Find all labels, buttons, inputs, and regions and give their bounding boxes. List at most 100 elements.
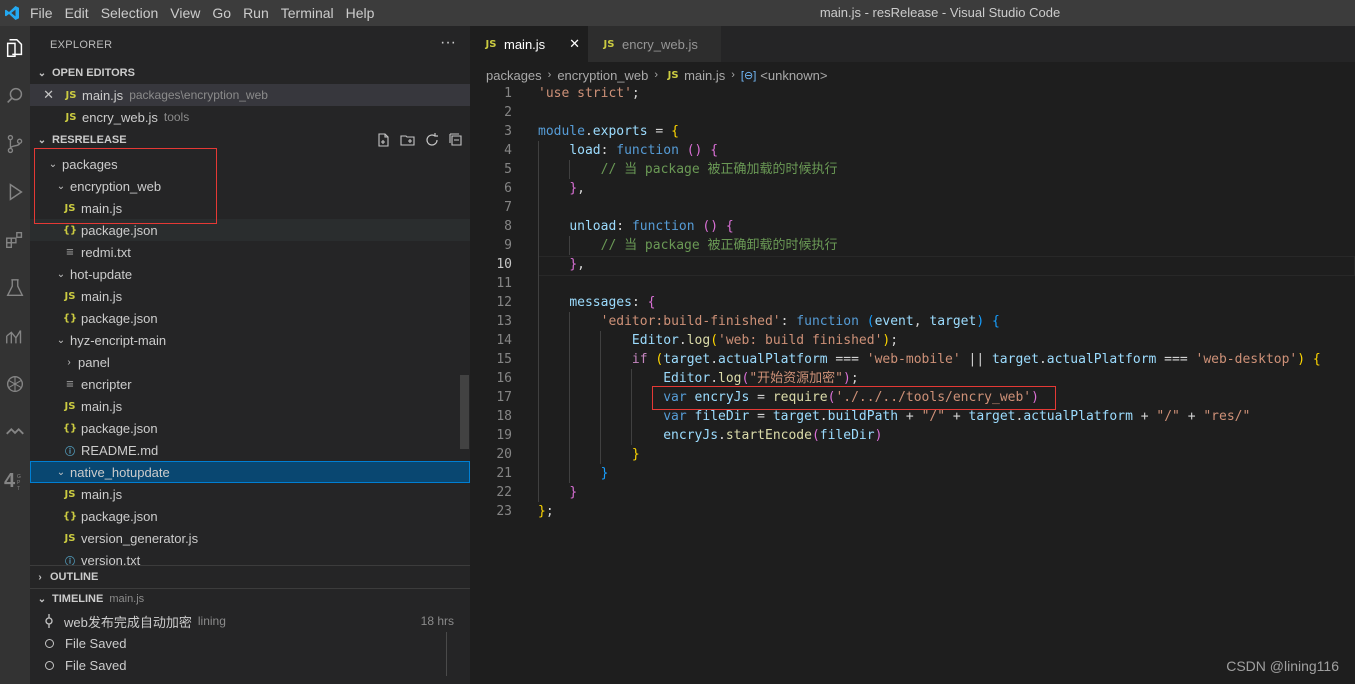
breadcrumb-item[interactable]: encryption_web — [557, 68, 648, 83]
open-editors-label: OPEN EDITORS — [52, 67, 135, 79]
tree-file-package-json[interactable]: {} package.json — [30, 307, 470, 329]
timeline-item[interactable]: web发布完成自动加密 lining 18 hrs — [30, 610, 470, 632]
vscode-logo-icon — [5, 6, 19, 20]
js-file-icon: JS — [65, 111, 77, 123]
activity-bar: 4GPT — [0, 26, 30, 684]
new-folder-icon[interactable] — [400, 132, 416, 148]
timeline-item-author: lining — [197, 614, 226, 628]
open-editor-name: main.js — [82, 87, 124, 103]
collapse-all-icon[interactable] — [448, 132, 464, 148]
timeline-item[interactable]: File Saved — [30, 632, 470, 654]
tree-file-main-js[interactable]: JS main.js — [30, 483, 470, 505]
tree-label: encripter — [81, 376, 132, 392]
symbol-icon: [⊖] — [740, 69, 757, 82]
line-number: 5 — [504, 162, 512, 177]
new-file-icon[interactable] — [376, 132, 392, 148]
timeline-section[interactable]: ⌄ TIMELINE main.js — [30, 588, 470, 610]
tree-file-package-json[interactable]: {} package.json — [30, 417, 470, 439]
menu-terminal[interactable]: Terminal — [275, 5, 340, 21]
tree-file-encripter[interactable]: ≡ encripter — [30, 373, 470, 395]
tree-folder-hyz-encript-main[interactable]: ⌄ hyz-encript-main — [30, 329, 470, 351]
menu-view[interactable]: View — [164, 5, 206, 21]
tree-file-package-json[interactable]: {} package.json — [30, 505, 470, 527]
remote-icon[interactable] — [0, 412, 30, 452]
menu-go[interactable]: Go — [206, 5, 237, 21]
extensions-icon[interactable] — [0, 220, 30, 260]
chevron-down-icon: ⌄ — [37, 134, 47, 146]
close-icon[interactable]: ✕ — [569, 36, 580, 52]
gpt4-icon[interactable]: 4GPT — [0, 460, 30, 500]
tree-label: hyz-encript-main — [70, 332, 167, 348]
breadcrumb-item[interactable]: <unknown> — [760, 68, 827, 83]
code-line: // 当 package 被正确卸载的时候执行 — [538, 238, 838, 253]
line-number: 12 — [496, 295, 512, 310]
tree-label: main.js — [81, 398, 123, 414]
refresh-icon[interactable] — [424, 132, 440, 148]
line-number: 8 — [504, 219, 512, 234]
tree-file-main-js[interactable]: JS main.js — [30, 285, 470, 307]
openai-icon[interactable] — [0, 364, 30, 404]
testing-icon[interactable] — [0, 268, 30, 308]
chevron-down-icon: ⌄ — [56, 466, 66, 478]
sidebar-scrollbar[interactable] — [460, 375, 469, 449]
menu-edit[interactable]: Edit — [59, 5, 95, 21]
breadcrumb: packages › encryption_web › JS main.js › [⊖]… — [486, 64, 828, 86]
outline-section[interactable]: › OUTLINE — [30, 566, 470, 588]
menu-run[interactable]: Run — [237, 5, 275, 21]
menu-help[interactable]: Help — [340, 5, 381, 21]
open-editor-encry-web[interactable]: JS encry_web.js tools — [30, 106, 470, 128]
text-file-icon: ≡ — [65, 246, 75, 258]
open-editors-section[interactable]: ⌄ OPEN EDITORS — [30, 62, 470, 84]
line-number: 14 — [496, 333, 512, 348]
search-icon[interactable] — [0, 76, 30, 116]
line-number: 6 — [504, 181, 512, 196]
line-number: 11 — [496, 276, 512, 291]
breadcrumb-item[interactable]: main.js — [684, 68, 725, 83]
code-line: module.exports = { — [538, 124, 679, 139]
menu-file[interactable]: File — [24, 5, 59, 21]
line-number: 16 — [496, 371, 512, 386]
text-file-icon: ≡ — [65, 378, 75, 390]
more-actions-icon[interactable]: ··· — [440, 34, 456, 52]
chevron-right-icon: › — [67, 356, 71, 368]
tree-file-version-txt[interactable]: ⓘ version.txt — [30, 549, 470, 565]
timeline-chart-icon[interactable] — [0, 316, 30, 356]
line-number: 7 — [504, 200, 512, 215]
timeline-item[interactable]: File Saved — [30, 654, 470, 676]
menu-selection[interactable]: Selection — [95, 5, 165, 21]
run-debug-icon[interactable] — [0, 172, 30, 212]
line-number: 2 — [504, 105, 512, 120]
js-file-icon: JS — [667, 69, 679, 81]
tab-main-js[interactable]: JS main.js ✕ — [470, 26, 588, 62]
line-number: 19 — [496, 428, 512, 443]
outline-label: OUTLINE — [50, 571, 99, 583]
tree-file-main-js[interactable]: JS main.js — [30, 395, 470, 417]
tree-file-version-generator[interactable]: JS version_generator.js — [30, 527, 470, 549]
tree-label: package.json — [81, 508, 158, 524]
circle-icon — [45, 660, 54, 670]
line-number: 23 — [496, 504, 512, 519]
breadcrumb-item[interactable]: packages — [486, 68, 542, 83]
js-file-icon: JS — [64, 532, 76, 544]
source-control-icon[interactable] — [0, 124, 30, 164]
code-line: // 当 package 被正确加载的时候执行 — [538, 162, 838, 177]
line-number: 15 — [496, 352, 512, 367]
tree-label: package.json — [81, 420, 158, 436]
json-file-icon: {} — [62, 422, 78, 434]
tree-label: package.json — [81, 310, 158, 326]
js-file-icon: JS — [64, 488, 76, 500]
explorer-icon[interactable] — [0, 28, 30, 68]
open-editor-main-js[interactable]: ✕ JS main.js packages\encryption_web — [30, 84, 470, 106]
tree-folder-native-hotupdate[interactable]: ⌄ native_hotupdate — [30, 461, 470, 483]
highlight-box — [34, 148, 217, 224]
tree-label: native_hotupdate — [70, 464, 170, 480]
tab-encry-web-js[interactable]: JS encry_web.js — [588, 26, 721, 62]
close-icon[interactable]: ✕ — [30, 87, 54, 103]
tree-folder-panel[interactable]: › panel — [30, 351, 470, 373]
line-number: 13 — [496, 314, 512, 329]
tree-file-readme[interactable]: ⓘ README.md — [30, 439, 470, 461]
line-number: 3 — [504, 124, 512, 139]
line-number: 17 — [496, 390, 512, 405]
tree-folder-hot-update[interactable]: ⌄ hot-update — [30, 263, 470, 285]
tree-file-redmi-txt[interactable]: ≡ redmi.txt — [30, 241, 470, 263]
